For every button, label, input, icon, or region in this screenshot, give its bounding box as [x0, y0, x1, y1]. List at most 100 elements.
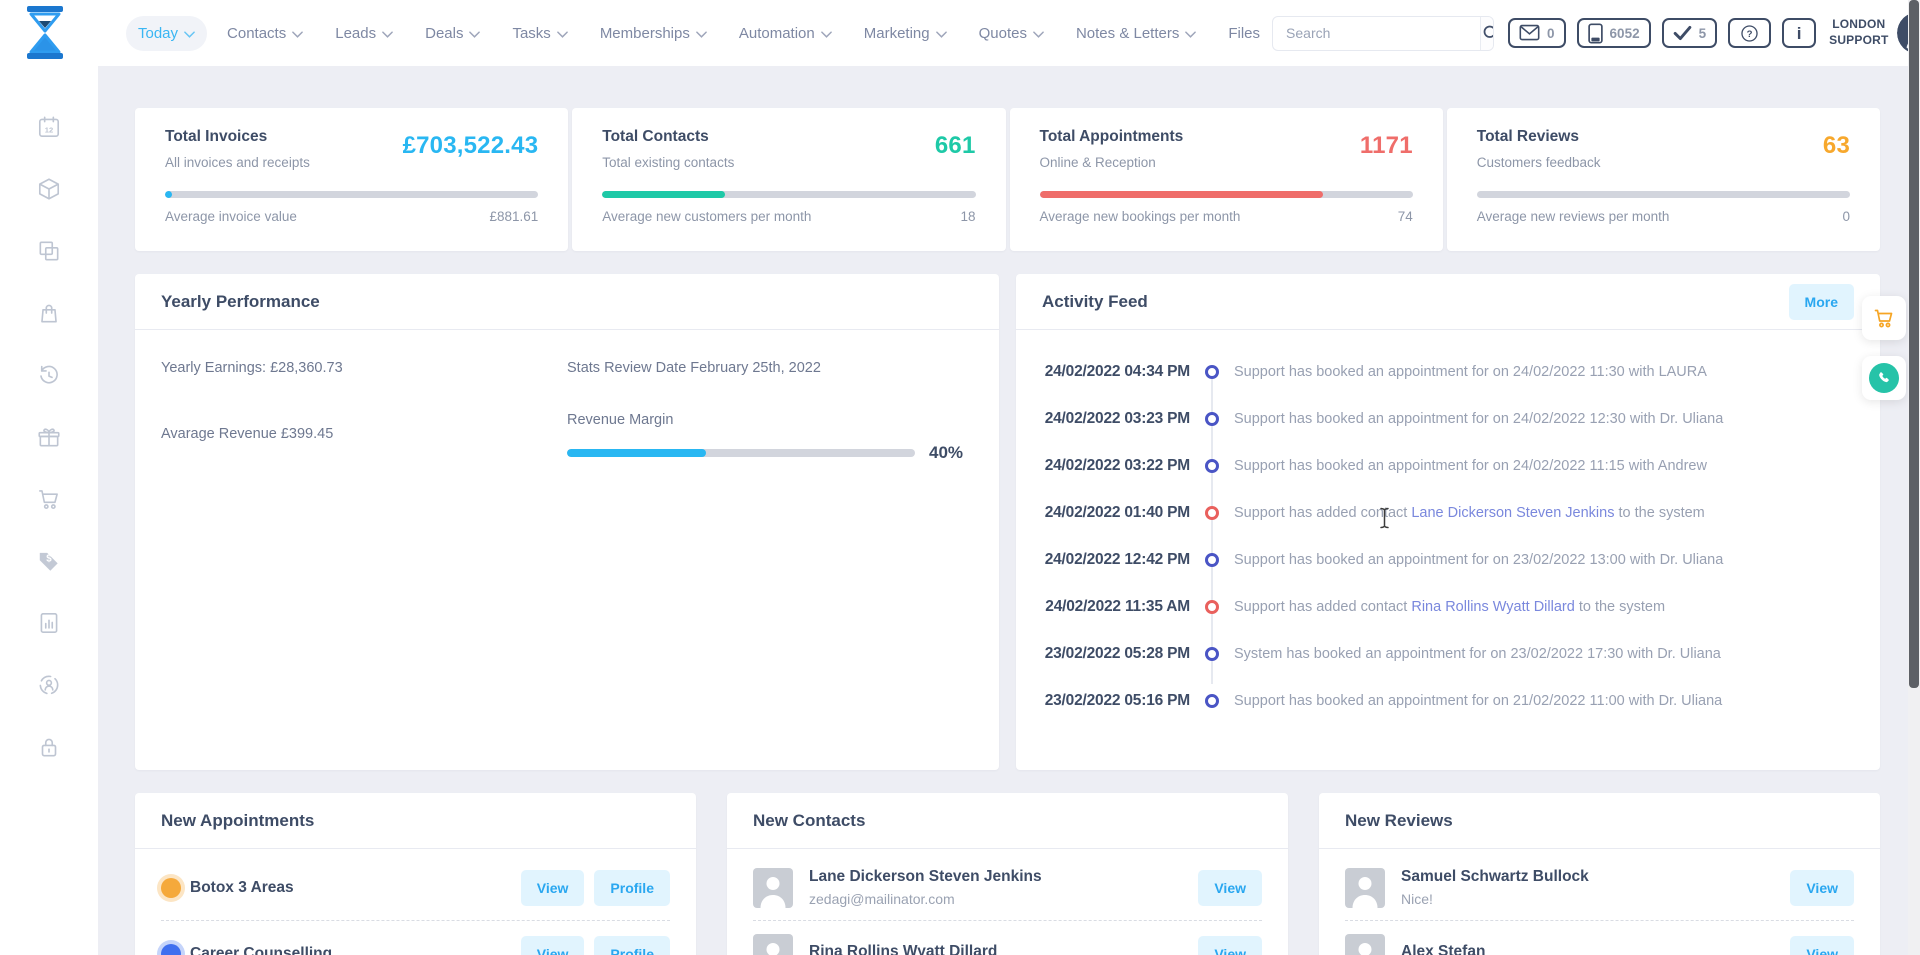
activity-time: 24/02/2022 11:35 AM — [1045, 597, 1190, 615]
view-button[interactable]: View — [1198, 936, 1262, 955]
panel-title: New Appointments — [161, 810, 315, 830]
chevron-down-icon — [469, 30, 481, 38]
sidebar-calendar-icon[interactable]: 12 — [36, 114, 62, 140]
stat-value: £703,522.43 — [402, 132, 539, 159]
stat-card-appointments: Total Appointments Online & Reception 11… — [1009, 108, 1443, 251]
nav-label: Automation — [738, 24, 815, 42]
panel-title: New Contacts — [753, 810, 866, 830]
chevron-down-icon — [292, 30, 304, 38]
revenue-margin-label: Revenue Margin — [567, 412, 674, 428]
panel-title: New Reviews — [1345, 810, 1453, 830]
chevron-down-icon — [696, 30, 707, 38]
activity-time: 24/02/2022 12:42 PM — [1044, 550, 1190, 568]
stat-footer-value: 18 — [960, 209, 976, 224]
sms-badge[interactable]: 6052 — [1576, 18, 1651, 48]
timeline-marker-icon — [1205, 458, 1219, 473]
review-row: Samuel Schwartz Bullock Nice! View — [1345, 855, 1854, 921]
review-comment: Nice! — [1401, 891, 1433, 907]
info-badge[interactable]: i — [1782, 18, 1817, 48]
activity-time: 23/02/2022 05:28 PM — [1044, 644, 1190, 662]
contact-name: Rina Rollins Wyatt Dillard — [809, 942, 998, 955]
stat-value: 63 — [1822, 132, 1850, 159]
sidebar-cart-icon[interactable] — [36, 486, 62, 512]
search-button[interactable] — [1480, 16, 1494, 50]
stat-value: 1171 — [1359, 132, 1413, 159]
profile-button[interactable]: Profile — [594, 869, 670, 906]
view-button[interactable]: View — [1790, 936, 1854, 955]
nav-item-today[interactable]: Today — [126, 15, 208, 51]
help-badge[interactable]: ? — [1728, 18, 1772, 48]
nav-label: Contacts — [227, 24, 287, 42]
sidebar-account-icon[interactable] — [36, 672, 62, 698]
activity-time: 24/02/2022 01:40 PM — [1044, 503, 1190, 521]
sidebar-gifts-icon[interactable] — [36, 424, 62, 450]
activity-item: 24/02/2022 04:34 PM Support has booked a… — [1040, 348, 1856, 395]
tasks-badge[interactable]: 5 — [1661, 18, 1718, 48]
dashboard-content: Total Invoices All invoices and receipts… — [135, 108, 1880, 955]
reviewer-name: Samuel Schwartz Bullock — [1401, 868, 1589, 885]
main-nav: Today Contacts Leads Deals Tasks Members… — [126, 15, 1272, 51]
envelope-icon — [1519, 24, 1540, 41]
page-scrollbar[interactable] — [1908, 0, 1920, 955]
sidebar-security-icon[interactable] — [36, 734, 62, 760]
appointment-name: Botox 3 Areas — [190, 878, 294, 896]
appointment-name: Career Counselling — [190, 945, 333, 955]
app-logo-icon[interactable] — [22, 6, 68, 60]
activity-contact-link[interactable]: Rina Rollins Wyatt Dillard — [1411, 599, 1574, 615]
activity-contact-link[interactable]: Lane Dickerson Steven Jenkins — [1411, 505, 1614, 521]
nav-item-contacts[interactable]: Contacts — [215, 16, 315, 51]
nav-item-marketing[interactable]: Marketing — [852, 16, 959, 51]
nav-item-files[interactable]: Files — [1216, 16, 1272, 51]
search-input[interactable] — [1273, 25, 1481, 41]
stat-footer-value: 0 — [1842, 209, 1850, 224]
nav-label: Notes & Letters — [1075, 24, 1180, 42]
stat-footer-label: Average new customers per month — [602, 209, 812, 224]
sidebar-history-icon[interactable] — [36, 362, 62, 388]
view-button[interactable]: View — [520, 869, 585, 906]
call-widget-button[interactable] — [1862, 356, 1906, 400]
middle-row: Yearly Performance Yearly Earnings: £28,… — [135, 274, 1880, 770]
sidebar-pricing-icon[interactable]: $ — [36, 548, 62, 574]
person-icon — [753, 934, 793, 955]
activity-item: 24/02/2022 01:40 PM Support has added co… — [1040, 489, 1856, 536]
stat-card-reviews: Total Reviews Customers feedback 63 Aver… — [1446, 108, 1880, 251]
stat-subtitle: Customers feedback — [1476, 155, 1601, 170]
messages-badge[interactable]: 0 — [1508, 18, 1566, 48]
activity-time: 24/02/2022 04:34 PM — [1044, 362, 1190, 380]
stat-title: Total Appointments — [1039, 128, 1184, 145]
sidebar-products-icon[interactable] — [36, 176, 62, 202]
nav-item-tasks[interactable]: Tasks — [500, 16, 579, 51]
info-icon: i — [1796, 23, 1802, 43]
scrollbar-thumb[interactable] — [1909, 0, 1919, 688]
nav-item-automation[interactable]: Automation — [727, 16, 844, 51]
sidebar-orders-icon[interactable] — [36, 300, 62, 326]
view-button[interactable]: View — [1790, 869, 1854, 906]
contact-row: Rina Rollins Wyatt Dillard View — [753, 921, 1262, 955]
nav-item-deals[interactable]: Deals — [413, 16, 492, 51]
stat-title: Total Contacts — [602, 128, 709, 145]
contact-avatar — [753, 867, 793, 908]
stat-card-contacts: Total Contacts Total existing contacts 6… — [572, 108, 1006, 251]
sidebar-reports-icon[interactable] — [36, 610, 62, 636]
view-button[interactable]: View — [520, 936, 585, 955]
nav-item-leads[interactable]: Leads — [323, 16, 405, 51]
person-icon — [1345, 867, 1385, 908]
search-icon — [1483, 25, 1494, 38]
svg-text:12: 12 — [45, 125, 53, 134]
sidebar-duplicates-icon[interactable] — [36, 238, 62, 264]
service-color-dot — [157, 873, 185, 902]
more-button[interactable]: More — [1788, 283, 1854, 320]
smartphone-icon — [1587, 22, 1603, 44]
chevron-down-icon — [935, 30, 947, 38]
nav-item-quotes[interactable]: Quotes — [967, 16, 1056, 51]
profile-button[interactable]: Profile — [594, 936, 670, 955]
header-badges: 0 6052 5 ? i — [1508, 18, 1817, 48]
appointment-row: Career Counselling View Profile — [157, 921, 670, 955]
chevron-down-icon — [382, 30, 393, 38]
nav-item-notes-letters[interactable]: Notes & Letters — [1064, 16, 1208, 51]
nav-item-memberships[interactable]: Memberships — [588, 16, 719, 51]
new-contacts-panel: New Contacts Lane Dickerson Steven Jenki… — [727, 793, 1288, 955]
cart-widget-button[interactable] — [1862, 296, 1906, 340]
view-button[interactable]: View — [1198, 869, 1262, 906]
new-reviews-panel: New Reviews Samuel Schwartz Bullock Nice… — [1319, 793, 1880, 955]
